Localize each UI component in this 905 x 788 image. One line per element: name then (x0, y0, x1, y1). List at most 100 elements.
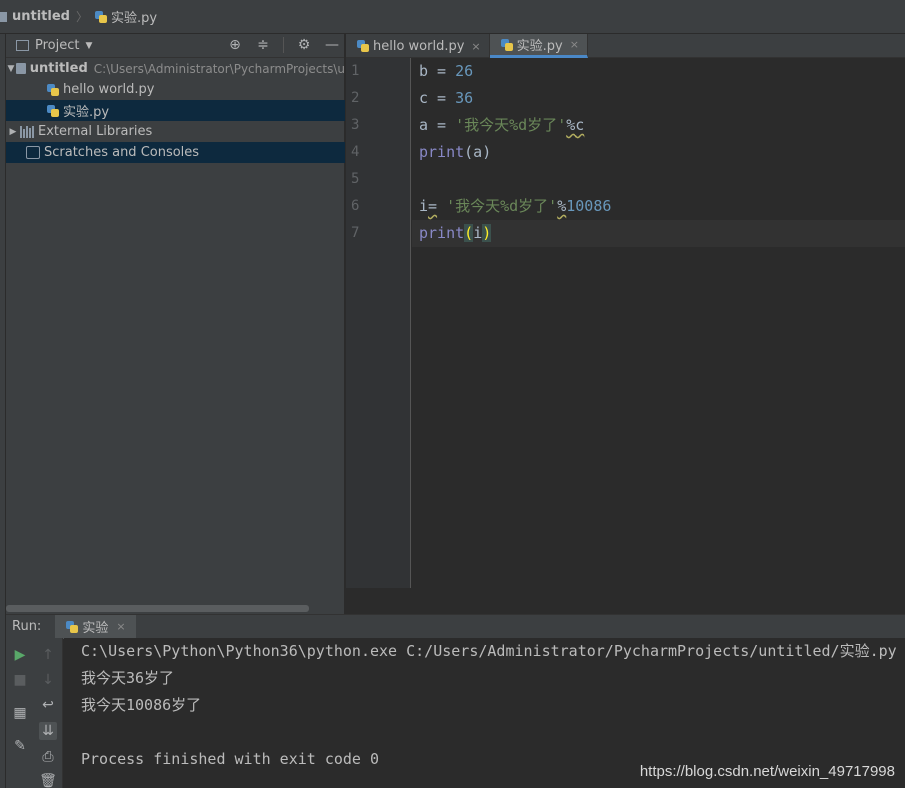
identifier: c (419, 89, 429, 107)
stop-icon[interactable]: ■ (11, 671, 29, 689)
project-tree: ▼ untitled C:\Users\Administrator\Pychar… (6, 58, 345, 163)
code-editor[interactable]: b = 26 c = 36 a = '我今天%d岁了'%c print(a) i… (412, 58, 905, 588)
tree-item-scratches[interactable]: Scratches and Consoles (6, 142, 345, 163)
python-icon (65, 620, 79, 634)
code-line-7[interactable]: print(i) (412, 220, 905, 247)
line-number: 2 (351, 90, 360, 106)
chevron-down-icon[interactable]: ▼ (85, 41, 92, 51)
folder-icon (0, 11, 7, 22)
editor-footer (346, 588, 905, 614)
code-line-4[interactable]: print(a) (412, 139, 905, 166)
tree-item-label: untitled (29, 61, 88, 76)
number-literal: 10086 (566, 197, 612, 215)
python-file-icon (500, 38, 514, 52)
console-line: C:\Users\Python\Python36\python.exe C:/U… (81, 642, 897, 660)
tree-item-hello-world[interactable]: hello world.py (6, 79, 345, 100)
python-file-icon (94, 10, 108, 24)
project-panel-title: Project (35, 38, 80, 53)
line-number: 1 (351, 63, 360, 79)
tool-separator (283, 37, 284, 53)
project-panel-tools: ⊕ ≑ ⚙ — (227, 37, 340, 53)
tab-shiyan[interactable]: 实验.py × (489, 34, 588, 58)
python-file-icon (46, 104, 60, 118)
run-tab-label: 实验 (82, 621, 109, 636)
gear-icon[interactable]: ⚙ (296, 37, 312, 53)
run-toolbar: ▶ ↑ ■ ↓ ▦ ↩ ⇊ ✎ ⎙ 🗑 (6, 638, 63, 788)
tree-item-label: External Libraries (38, 124, 153, 139)
tab-label: hello world.py (373, 38, 465, 54)
library-icon (20, 125, 34, 138)
folder-icon (15, 63, 26, 74)
breadcrumb-separator: 〉 (75, 10, 88, 24)
scroll-to-end-icon[interactable]: ⇊ (39, 722, 57, 740)
line-number: 7 (351, 225, 360, 241)
identifier: a (419, 116, 429, 134)
rerun-icon[interactable]: ▶ (11, 646, 29, 664)
format-operator: %c (566, 116, 585, 134)
print-icon[interactable]: ⎙ (39, 748, 57, 766)
identifier: i (473, 224, 483, 242)
tree-item-label: hello world.py (63, 82, 155, 97)
code-line-6[interactable]: i= '我今天%d岁了'%10086 (412, 193, 905, 220)
python-file-icon (356, 39, 370, 53)
project-view-icon (16, 40, 29, 51)
close-icon[interactable]: × (116, 620, 125, 633)
code-line-2[interactable]: c = 36 (412, 85, 905, 112)
run-panel-header: Run: 实验 × (6, 614, 905, 639)
tab-hello-world[interactable]: hello world.py × (346, 34, 490, 58)
code-line-3[interactable]: a = '我今天%d岁了'%c (412, 112, 905, 139)
scratches-icon (26, 146, 40, 159)
tree-item-label: 实验.py (63, 105, 110, 120)
project-panel: Project ▼ ⊕ ≑ ⚙ — ▼ untitled C:\Users\Ad… (6, 34, 345, 614)
builtin-function: print (419, 224, 465, 242)
run-console[interactable]: C:\Users\Python\Python36\python.exe C:/U… (64, 638, 905, 788)
tree-item-shiyan[interactable]: 实验.py (6, 100, 345, 121)
builtin-function: print (419, 143, 465, 161)
python-file-icon (46, 83, 60, 97)
collapsed-arrow-icon[interactable]: ▶ (6, 127, 20, 137)
tab-label: 实验.py (516, 39, 563, 54)
code-line-1[interactable]: b = 26 (412, 58, 905, 85)
close-icon[interactable]: × (471, 40, 480, 53)
tree-item-untitled[interactable]: ▼ untitled C:\Users\Administrator\Pychar… (6, 58, 345, 79)
close-icon[interactable]: × (570, 38, 579, 51)
console-line: 我今天36岁了 (81, 669, 175, 687)
tree-item-external-libraries[interactable]: ▶ External Libraries (6, 121, 345, 142)
tree-item-label: Scratches and Consoles (44, 145, 200, 160)
number-literal: 36 (455, 89, 474, 107)
string-literal: '我今天%d岁了' (446, 197, 558, 215)
watermark: https://blog.csdn.net/weixin_49717998 (639, 763, 895, 780)
breadcrumb-project[interactable]: untitled (12, 9, 70, 24)
tree-item-path: C:\Users\Administrator\PycharmProjects\u (93, 61, 345, 76)
run-label: Run: (12, 619, 42, 634)
pin-icon[interactable]: ✎ (11, 737, 29, 755)
project-panel-header[interactable]: Project ▼ ⊕ ≑ ⚙ — (6, 34, 344, 58)
horizontal-scrollbar[interactable] (6, 605, 309, 612)
operator: = (428, 62, 456, 80)
run-tab[interactable]: 实验 × (55, 614, 136, 639)
soft-wrap-icon[interactable]: ↩ (39, 696, 57, 714)
collapse-all-icon[interactable]: ≑ (255, 37, 271, 53)
line-number: 6 (351, 198, 360, 214)
open-paren: ( (464, 224, 474, 242)
trash-icon[interactable]: 🗑 (39, 772, 57, 788)
identifier: b (419, 62, 429, 80)
code-line-5[interactable] (412, 166, 905, 193)
operator: = (428, 89, 456, 107)
identifier: i (419, 197, 429, 215)
arrow-down-icon[interactable]: ↓ (39, 671, 57, 689)
string-literal: '我今天%d岁了' (455, 116, 567, 134)
operator: = (428, 116, 456, 134)
operator: = (428, 197, 438, 215)
breadcrumb-file[interactable]: 实验.py (94, 7, 157, 26)
navigation-breadcrumb: untitled 〉 实验.py (0, 0, 905, 34)
arrow-up-icon[interactable]: ↑ (39, 646, 57, 664)
line-number: 5 (351, 171, 360, 187)
layout-icon[interactable]: ▦ (11, 704, 29, 722)
hide-icon[interactable]: — (324, 37, 340, 53)
console-line: 我今天10086岁了 (81, 696, 202, 714)
expanded-arrow-icon[interactable]: ▼ (6, 64, 16, 74)
call-args: (a) (464, 143, 492, 161)
locate-icon[interactable]: ⊕ (227, 37, 243, 53)
